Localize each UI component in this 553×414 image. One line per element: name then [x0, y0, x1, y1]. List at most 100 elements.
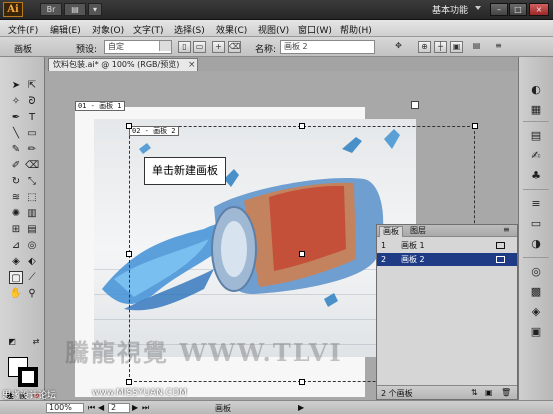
pen-tool-icon[interactable]: ✒ [9, 111, 23, 124]
default-colors-icon[interactable]: ◩ [5, 335, 19, 348]
maximize-button[interactable]: □ [509, 3, 527, 16]
scale-tool-icon[interactable]: ⤡ [25, 175, 39, 188]
stroke-swatch[interactable] [18, 367, 38, 387]
tab-layers[interactable]: 图层 [407, 226, 429, 237]
tab-artboards[interactable]: 画板 [379, 226, 403, 237]
line-tool-icon[interactable]: ╲ [9, 127, 23, 140]
resize-handle[interactable] [126, 123, 132, 129]
page-field[interactable]: 2 [108, 403, 130, 413]
type-tool-icon[interactable]: T [25, 111, 39, 124]
rectangle-tool-icon[interactable]: ▭ [25, 127, 39, 140]
resize-handle[interactable] [472, 123, 478, 129]
color-guide-icon[interactable]: ▦ [528, 103, 544, 117]
new-artboard-icon[interactable]: ▣ [485, 388, 493, 397]
panel-menu-icon[interactable]: ≡ [492, 41, 505, 53]
symbols-icon[interactable]: ♣ [528, 169, 544, 183]
artboard-tool-icon[interactable]: ▢ [9, 271, 23, 284]
swap-colors-icon[interactable]: ⇄ [29, 335, 43, 348]
layers-icon[interactable]: ◈ [528, 305, 544, 319]
resize-handle[interactable] [299, 379, 305, 385]
arrange-dropdown-button[interactable]: ▾ [88, 3, 102, 16]
hand-tool-icon[interactable]: ✋ [9, 287, 23, 300]
menu-help[interactable]: 帮助(H) [340, 23, 372, 36]
mesh-tool-icon[interactable]: ⊞ [9, 223, 23, 236]
symbol-sprayer-icon[interactable]: ✺ [9, 207, 23, 220]
delete-icon[interactable]: 🗑 [501, 388, 511, 397]
zoom-field[interactable]: 100% [46, 403, 84, 413]
status-menu-icon[interactable]: ▶ [298, 403, 304, 412]
artboard-options-icon[interactable] [496, 256, 505, 263]
control-bar: 画板 预设: 自定 ▯ ▭ + ⌫ 名称: 画板 2 ✥ ⊕ ┼ ▣ ▤ ≡ [0, 37, 553, 57]
resize-handle[interactable] [299, 123, 305, 129]
pencil-icon[interactable]: ✏ [25, 143, 39, 156]
menu-view[interactable]: 视图(V) [258, 23, 289, 36]
menu-edit[interactable]: 编辑(E) [50, 23, 81, 36]
artboard-options-icon[interactable] [496, 242, 505, 249]
transparency-icon[interactable]: ◑ [528, 237, 544, 251]
landscape-icon[interactable]: ▭ [193, 41, 206, 53]
live-paint-icon[interactable]: ◈ [9, 255, 23, 268]
video-safe-areas-icon[interactable]: ▣ [450, 41, 463, 53]
workspace-switcher[interactable]: 基本功能 [432, 3, 468, 16]
paintbrush-icon[interactable]: ✎ [9, 143, 23, 156]
delete-artboard-icon[interactable]: ⌫ [228, 41, 241, 53]
list-item[interactable]: 2 画板 2 [377, 253, 517, 266]
current-tool-label: 画板 [14, 45, 33, 55]
rotate-tool-icon[interactable]: ↻ [9, 175, 23, 188]
artboard-options-icon[interactable]: ▤ [470, 41, 483, 53]
menu-select[interactable]: 选择(S) [174, 23, 205, 36]
brushes-icon[interactable]: ✍ [528, 149, 544, 163]
last-page-icon[interactable]: ⏭ [142, 403, 149, 413]
swatches-icon[interactable]: ▤ [528, 129, 544, 143]
stroke-icon[interactable]: ≡ [528, 197, 544, 211]
lasso-icon[interactable]: ᘐ [25, 95, 39, 108]
move-copy-icon[interactable]: ✥ [392, 41, 405, 53]
bridge-button[interactable]: Br [40, 3, 62, 16]
appearance-icon[interactable]: ◎ [528, 265, 544, 279]
menu-type[interactable]: 文字(T) [133, 23, 164, 36]
document-tab[interactable]: 饮料包装.ai* @ 100% (RGB/预览) × [48, 58, 198, 71]
artboard-name-field[interactable]: 画板 2 [280, 40, 375, 54]
resize-handle[interactable] [299, 251, 305, 257]
gradient-tool-icon[interactable]: ▤ [25, 223, 39, 236]
eyedropper-icon[interactable]: ⊿ [9, 239, 23, 252]
artboard-1-close-icon[interactable] [411, 101, 419, 109]
status-bar: 100% ⏮ ◀ 2 ▶ ⏭ 画板 ▶ [0, 400, 553, 414]
blend-tool-icon[interactable]: ◎ [25, 239, 39, 252]
move-up-icon[interactable]: ⇅ [471, 388, 478, 397]
direct-selection-tool-icon[interactable]: ⇱ [25, 79, 39, 92]
graphic-styles-icon[interactable]: ▩ [528, 285, 544, 299]
magic-wand-icon[interactable]: ✧ [9, 95, 23, 108]
close-window-button[interactable]: × [529, 3, 549, 16]
new-artboard-icon[interactable]: + [212, 41, 225, 53]
next-page-icon[interactable]: ▶ [132, 403, 138, 412]
graph-tool-icon[interactable]: ▥ [25, 207, 39, 220]
free-transform-icon[interactable]: ⬚ [25, 191, 39, 204]
gradient-icon[interactable]: ▭ [528, 217, 544, 231]
zoom-tool-icon[interactable]: ⚲ [25, 287, 39, 300]
minimize-button[interactable]: – [490, 3, 508, 16]
show-center-mark-icon[interactable]: ⊕ [418, 41, 431, 53]
menu-window[interactable]: 窗口(W) [298, 23, 332, 36]
selection-tool-icon[interactable]: ➤ [9, 79, 23, 92]
arrange-docs-button[interactable]: ▤ [64, 3, 86, 16]
color-panel-icon[interactable]: ◐ [528, 83, 544, 97]
slice-tool-icon[interactable]: ⟋ [25, 271, 39, 284]
live-paint-selection-icon[interactable]: ⬖ [25, 255, 39, 268]
blob-brush-icon[interactable]: ✐ [9, 159, 23, 172]
menu-file[interactable]: 文件(F) [8, 23, 38, 36]
prev-page-icon[interactable]: ◀ [98, 403, 104, 412]
first-page-icon[interactable]: ⏮ [88, 403, 95, 413]
warp-tool-icon[interactable]: ≋ [9, 191, 23, 204]
eraser-icon[interactable]: ⌫ [25, 159, 39, 172]
resize-handle[interactable] [126, 379, 132, 385]
menu-effect[interactable]: 效果(C) [216, 23, 247, 36]
portrait-icon[interactable]: ▯ [178, 41, 191, 53]
panel-menu-icon[interactable]: ≡ [503, 225, 510, 234]
show-cross-hairs-icon[interactable]: ┼ [434, 41, 447, 53]
menu-object[interactable]: 对象(O) [92, 23, 124, 36]
resize-handle[interactable] [126, 251, 132, 257]
artboards-icon[interactable]: ▣ [528, 325, 544, 339]
list-item[interactable]: 1 画板 1 [377, 239, 517, 252]
close-icon[interactable]: × [188, 59, 196, 71]
